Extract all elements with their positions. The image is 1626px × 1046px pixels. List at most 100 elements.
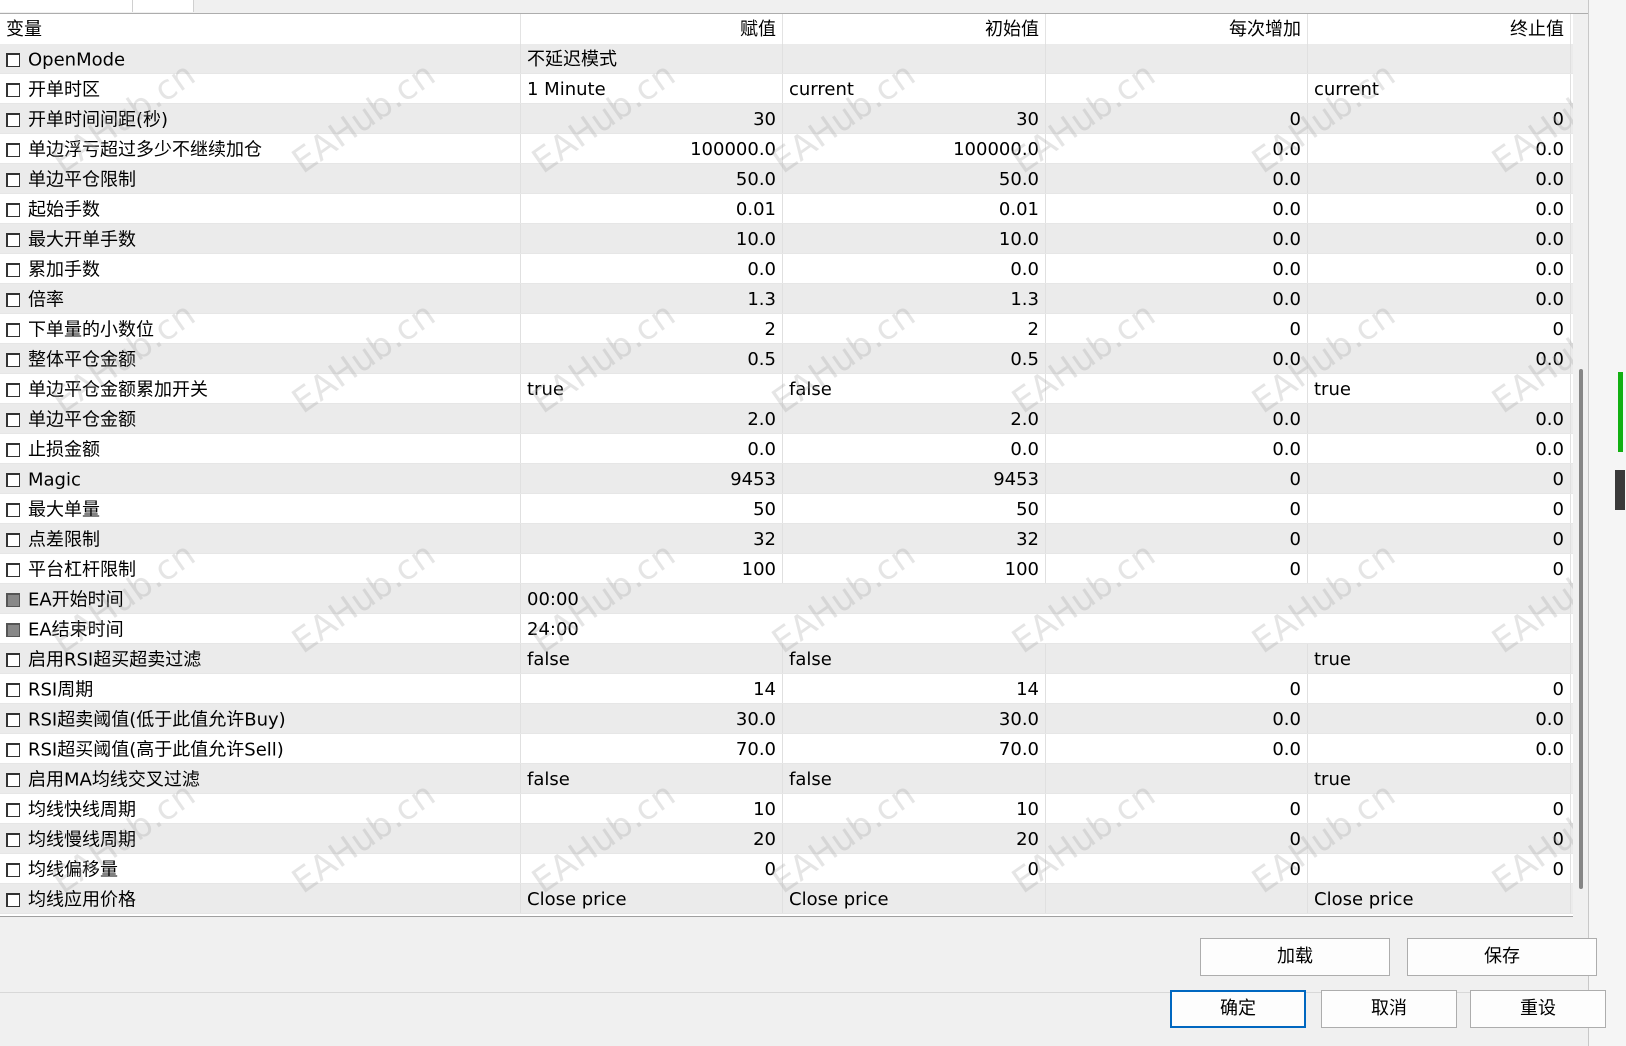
- parameter-start[interactable]: 0.01: [783, 194, 1046, 223]
- parameter-value[interactable]: 10: [521, 794, 783, 823]
- parameter-value[interactable]: 1 Minute: [521, 74, 783, 103]
- optimize-checkbox[interactable]: [6, 743, 20, 757]
- parameter-row[interactable]: 起始手数 0.01 0.01 0.0 0.0: [0, 194, 1573, 224]
- parameter-value[interactable]: 2.0: [521, 404, 783, 433]
- parameter-value[interactable]: 00:00: [521, 584, 1571, 613]
- parameter-value[interactable]: 50.0: [521, 164, 783, 193]
- parameter-value[interactable]: 30.0: [521, 704, 783, 733]
- parameter-start[interactable]: false: [783, 764, 1046, 793]
- parameter-step[interactable]: 0: [1046, 854, 1308, 883]
- parameter-value[interactable]: false: [521, 644, 783, 673]
- parameter-step[interactable]: [1046, 884, 1308, 913]
- parameter-stop[interactable]: 0.0: [1308, 194, 1571, 223]
- parameter-stop[interactable]: 0.0: [1308, 734, 1571, 763]
- ok-button[interactable]: 确定: [1170, 990, 1306, 1028]
- parameter-row[interactable]: EA开始时间 00:00: [0, 584, 1573, 614]
- parameter-row[interactable]: 均线慢线周期 20 20 0 0: [0, 824, 1573, 854]
- parameter-start[interactable]: 1.3: [783, 284, 1046, 313]
- parameter-start[interactable]: 30: [783, 104, 1046, 133]
- parameter-stop[interactable]: 0: [1308, 494, 1571, 523]
- parameter-stop[interactable]: 0: [1308, 854, 1571, 883]
- parameter-row[interactable]: 开单时区 1 Minute current current: [0, 74, 1573, 104]
- optimize-checkbox[interactable]: [6, 863, 20, 877]
- parameter-step[interactable]: 0: [1046, 824, 1308, 853]
- parameter-row[interactable]: RSI超买阈值(高于此值允许Sell) 70.0 70.0 0.0 0.0: [0, 734, 1573, 764]
- parameter-step[interactable]: 0.0: [1046, 434, 1308, 463]
- optimize-checkbox[interactable]: [6, 503, 20, 517]
- parameter-step[interactable]: [1046, 74, 1308, 103]
- optimize-checkbox[interactable]: [6, 833, 20, 847]
- header-step[interactable]: 每次增加: [1046, 14, 1308, 44]
- reset-button[interactable]: 重设: [1470, 990, 1606, 1028]
- parameter-value[interactable]: 0.5: [521, 344, 783, 373]
- parameter-stop[interactable]: 0: [1308, 524, 1571, 553]
- optimize-checkbox[interactable]: [6, 173, 20, 187]
- parameter-row[interactable]: Magic 9453 9453 0 0: [0, 464, 1573, 494]
- parameter-start[interactable]: 50: [783, 494, 1046, 523]
- parameter-start[interactable]: 2: [783, 314, 1046, 343]
- parameter-step[interactable]: 0: [1046, 794, 1308, 823]
- parameter-start[interactable]: Close price: [783, 884, 1046, 913]
- parameter-stop[interactable]: 0.0: [1308, 344, 1571, 373]
- optimize-checkbox[interactable]: [6, 293, 20, 307]
- parameter-start[interactable]: [783, 44, 1046, 73]
- parameter-value[interactable]: false: [521, 764, 783, 793]
- parameter-stop[interactable]: 0: [1308, 314, 1571, 343]
- optimize-checkbox[interactable]: [6, 773, 20, 787]
- parameter-step[interactable]: 0.0: [1046, 224, 1308, 253]
- parameter-row[interactable]: 单边平仓金额 2.0 2.0 0.0 0.0: [0, 404, 1573, 434]
- parameter-value[interactable]: 24:00: [521, 614, 1571, 643]
- parameter-start[interactable]: 10: [783, 794, 1046, 823]
- parameter-step[interactable]: 0: [1046, 104, 1308, 133]
- parameter-row[interactable]: 平台杠杆限制 100 100 0 0: [0, 554, 1573, 584]
- optimize-checkbox[interactable]: [6, 803, 20, 817]
- parameter-row[interactable]: 倍率 1.3 1.3 0.0 0.0: [0, 284, 1573, 314]
- parameter-start[interactable]: 20: [783, 824, 1046, 853]
- optimize-checkbox[interactable]: [6, 893, 20, 907]
- parameter-value[interactable]: 不延迟模式: [521, 44, 783, 73]
- cancel-button[interactable]: 取消: [1321, 990, 1457, 1028]
- optimize-checkbox[interactable]: [6, 53, 20, 67]
- parameter-step[interactable]: 0.0: [1046, 734, 1308, 763]
- parameter-stop[interactable]: current: [1308, 74, 1571, 103]
- parameter-row[interactable]: 最大开单手数 10.0 10.0 0.0 0.0: [0, 224, 1573, 254]
- parameter-start[interactable]: false: [783, 644, 1046, 673]
- parameter-stop[interactable]: 0.0: [1308, 164, 1571, 193]
- parameter-row[interactable]: EA结束时间 24:00: [0, 614, 1573, 644]
- parameter-row[interactable]: 均线偏移量 0 0 0 0: [0, 854, 1573, 884]
- optimize-checkbox[interactable]: [6, 563, 20, 577]
- tab-stub[interactable]: [133, 0, 194, 12]
- parameter-start[interactable]: 0: [783, 854, 1046, 883]
- scrollbar-thumb[interactable]: [1579, 369, 1583, 889]
- parameter-value[interactable]: 9453: [521, 464, 783, 493]
- parameter-row[interactable]: 启用MA均线交叉过滤 false false true: [0, 764, 1573, 794]
- parameter-row[interactable]: OpenMode 不延迟模式: [0, 44, 1573, 74]
- parameter-stop[interactable]: 0.0: [1308, 254, 1571, 283]
- parameter-step[interactable]: 0.0: [1046, 284, 1308, 313]
- parameter-stop[interactable]: 0: [1308, 464, 1571, 493]
- parameter-step[interactable]: 0.0: [1046, 134, 1308, 163]
- parameter-row[interactable]: 单边浮亏超过多少不继续加仓 100000.0 100000.0 0.0 0.0: [0, 134, 1573, 164]
- parameter-value[interactable]: 0: [521, 854, 783, 883]
- optimize-checkbox[interactable]: [6, 623, 20, 637]
- parameter-row[interactable]: 均线应用价格 Close price Close price Close price: [0, 884, 1573, 914]
- parameter-value[interactable]: 10.0: [521, 224, 783, 253]
- parameter-start[interactable]: 0.0: [783, 254, 1046, 283]
- parameter-stop[interactable]: 0.0: [1308, 224, 1571, 253]
- optimize-checkbox[interactable]: [6, 443, 20, 457]
- parameter-start[interactable]: 2.0: [783, 404, 1046, 433]
- parameter-step[interactable]: 0.0: [1046, 164, 1308, 193]
- parameter-row[interactable]: 均线快线周期 10 10 0 0: [0, 794, 1573, 824]
- parameter-value[interactable]: Close price: [521, 884, 783, 913]
- parameter-stop[interactable]: true: [1308, 374, 1571, 403]
- parameter-step[interactable]: 0.0: [1046, 254, 1308, 283]
- parameter-start[interactable]: 100: [783, 554, 1046, 583]
- parameter-stop[interactable]: 0.0: [1308, 284, 1571, 313]
- parameter-step[interactable]: 0: [1046, 464, 1308, 493]
- parameter-start[interactable]: 70.0: [783, 734, 1046, 763]
- parameter-value[interactable]: 32: [521, 524, 783, 553]
- parameter-value[interactable]: 70.0: [521, 734, 783, 763]
- parameter-start[interactable]: 0.5: [783, 344, 1046, 373]
- parameter-value[interactable]: 20: [521, 824, 783, 853]
- optimize-checkbox[interactable]: [6, 203, 20, 217]
